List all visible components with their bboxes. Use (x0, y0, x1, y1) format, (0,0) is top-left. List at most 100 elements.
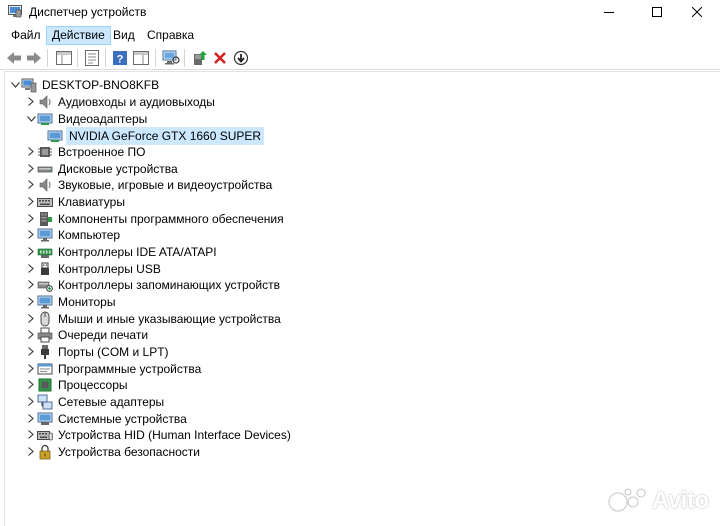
software-component-icon (37, 211, 53, 227)
tree-category[interactable]: Контроллеры USB (25, 260, 163, 277)
mouse-icon (37, 311, 53, 327)
tree-root-label: DESKTOP-BNO8KFB (42, 77, 160, 92)
tree-category-label: Видеоадаптеры (58, 111, 148, 126)
tree-root[interactable]: DESKTOP-BNO8KFB (9, 76, 161, 93)
tree-category-label: Контроллеры IDE ATA/ATAPI (58, 244, 217, 259)
close-button[interactable] (674, 0, 720, 24)
tree-category[interactable]: Устройства HID (Human Interface Devices) (25, 426, 293, 443)
tree-category[interactable]: Дисковые устройства (25, 160, 180, 177)
tree-category-label: Системные устройства (58, 411, 187, 426)
minimize-button[interactable] (586, 0, 632, 24)
chevron-right-icon[interactable] (25, 210, 37, 227)
uninstall-device-icon[interactable] (210, 48, 230, 68)
chevron-right-icon[interactable] (25, 226, 37, 243)
tree-category-label: Программные устройства (58, 361, 202, 376)
usb-controller-icon (37, 261, 53, 277)
chevron-right-icon[interactable] (25, 276, 37, 293)
network-adapter-icon (37, 394, 53, 410)
forward-arrow-icon[interactable] (24, 48, 44, 68)
menu-view[interactable]: Вид (108, 26, 140, 45)
disk-drive-icon (37, 161, 53, 177)
processor-icon (37, 377, 53, 393)
chevron-right-icon[interactable] (25, 393, 37, 410)
svg-text:?: ? (117, 54, 124, 66)
watermark-text: Avito (652, 487, 709, 514)
chevron-down-icon[interactable] (9, 76, 21, 93)
tree-category-label: Мыши и иные указывающие устройства (58, 311, 281, 326)
chevron-right-icon[interactable] (25, 293, 37, 310)
chevron-right-icon[interactable] (25, 160, 37, 177)
menu-file[interactable]: Файл (6, 26, 46, 45)
tree-category-label: Встроенное ПО (58, 144, 146, 159)
chevron-right-icon[interactable] (25, 343, 37, 360)
scan-hardware-icon[interactable] (161, 48, 181, 68)
tree-category[interactable]: Контроллеры запоминающих устройств (25, 276, 282, 293)
tree-category[interactable]: Программные устройства (25, 360, 203, 377)
tree-category[interactable]: Компоненты программного обеспечения (25, 210, 286, 227)
tree-category-label: Порты (COM и LPT) (58, 344, 169, 359)
tree-category-label: Сетевые адаптеры (58, 394, 165, 409)
tree-category[interactable]: Процессоры (25, 376, 130, 393)
audio-io-icon (37, 94, 53, 110)
software-device-icon (37, 361, 53, 377)
chevron-right-icon[interactable] (25, 410, 37, 427)
tree-category-label: Контроллеры USB (58, 261, 161, 276)
update-driver-icon[interactable] (190, 48, 210, 68)
port-icon (37, 344, 53, 360)
chevron-right-icon[interactable] (25, 243, 37, 260)
computer-root-icon (21, 77, 37, 93)
tree-category[interactable]: Клавиатуры (25, 193, 127, 210)
chevron-down-icon[interactable] (25, 110, 37, 127)
chevron-right-icon[interactable] (25, 426, 37, 443)
tree-category[interactable]: Компьютер (25, 226, 122, 243)
device-tree[interactable]: DESKTOP-BNO8KFB Аудиовходы и аудиовыходы… (4, 71, 720, 526)
tree-category[interactable]: Звуковые, игровые и видеоустройства (25, 176, 274, 193)
properties-icon[interactable] (82, 48, 102, 68)
chevron-right-icon[interactable] (25, 260, 37, 277)
tree-category-label: Мониторы (58, 294, 116, 309)
avito-watermark: Avito (608, 487, 716, 514)
tree-category-label: Процессоры (58, 377, 128, 392)
tree-category[interactable]: Системные устройства (25, 410, 189, 427)
menu-help[interactable]: Справка (142, 26, 199, 45)
tree-device-label: NVIDIA GeForce GTX 1660 SUPER (66, 126, 265, 145)
firmware-icon (37, 144, 53, 160)
tree-category-label: Компоненты программного обеспечения (58, 211, 284, 226)
menu-bar: Файл Действие Вид Справка (0, 25, 720, 45)
hid-icon (37, 427, 53, 443)
system-device-icon (37, 411, 53, 427)
tree-category[interactable]: Мониторы (25, 293, 117, 310)
chevron-right-icon[interactable] (25, 376, 37, 393)
tree-category[interactable]: Видеоадаптеры (25, 110, 149, 127)
monitor-icon (37, 294, 53, 310)
chevron-right-icon[interactable] (25, 360, 37, 377)
tree-category[interactable]: Устройства безопасности (25, 443, 202, 460)
tree-category[interactable]: Мыши и иные указывающие устройства (25, 310, 283, 327)
tree-category[interactable]: Контроллеры IDE ATA/ATAPI (25, 243, 219, 260)
tree-category[interactable]: Аудиовходы и аудиовыходы (25, 93, 217, 110)
disable-device-icon[interactable] (231, 48, 251, 68)
chevron-right-icon[interactable] (25, 193, 37, 210)
ide-controller-icon (37, 244, 53, 260)
tree-category-label: Контроллеры запоминающих устройств (58, 277, 280, 292)
show-hide-console-tree-icon[interactable] (54, 48, 74, 68)
back-arrow-icon[interactable] (4, 48, 24, 68)
tree-category[interactable]: Очереди печати (25, 326, 150, 343)
tree-category[interactable]: Порты (COM и LPT) (25, 343, 171, 360)
menu-action[interactable]: Действие (46, 26, 111, 45)
tree-device-selected[interactable]: NVIDIA GeForce GTX 1660 SUPER (47, 126, 265, 145)
chevron-right-icon[interactable] (25, 326, 37, 343)
tree-category-label: Аудиовходы и аудиовыходы (58, 94, 215, 109)
gpu-icon (47, 128, 63, 144)
chevron-right-icon[interactable] (25, 143, 37, 160)
chevron-right-icon[interactable] (25, 176, 37, 193)
chevron-right-icon[interactable] (25, 93, 37, 110)
chevron-right-icon[interactable] (25, 443, 37, 460)
title-bar: Диспетчер устройств (0, 0, 720, 24)
tree-category[interactable]: Сетевые адаптеры (25, 393, 166, 410)
tree-category[interactable]: Встроенное ПО (25, 143, 147, 160)
chevron-right-icon[interactable] (25, 310, 37, 327)
help-icon[interactable]: ? (110, 48, 130, 68)
toolbar: ? (0, 46, 720, 70)
action-pane-icon[interactable] (131, 48, 151, 68)
